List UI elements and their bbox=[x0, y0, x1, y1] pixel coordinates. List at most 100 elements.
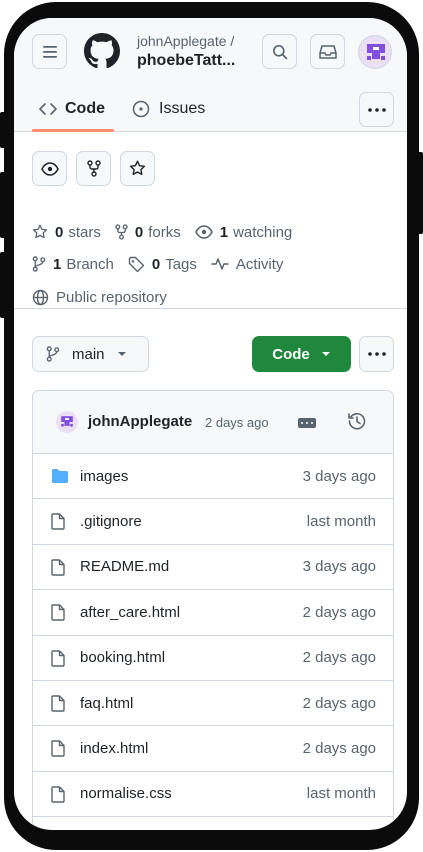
stats-row-1: 0 stars 0 forks 1 watching bbox=[32, 221, 306, 243]
triangle-down-icon bbox=[321, 352, 330, 356]
activity-stat[interactable]: Activity bbox=[211, 256, 283, 273]
tab-issues-label: Issues bbox=[159, 100, 206, 117]
file-updated: 3 days ago bbox=[302, 558, 376, 576]
inbox-button[interactable] bbox=[310, 34, 345, 69]
file-name[interactable]: booking.html bbox=[80, 649, 165, 666]
table-row[interactable]: index.html 2 days ago bbox=[33, 726, 393, 772]
repo-tab-bar: Code Issues bbox=[14, 90, 407, 132]
forks-stat[interactable]: 0 forks bbox=[115, 224, 181, 241]
visibility-label: Public repository bbox=[56, 288, 167, 306]
stats-row-3: Public repository bbox=[32, 286, 181, 308]
fork-icon bbox=[115, 224, 128, 240]
more-actions-button[interactable] bbox=[359, 336, 394, 372]
branch-count: 1 bbox=[53, 255, 62, 273]
tag-icon bbox=[128, 256, 145, 272]
repo-owner[interactable]: johnApplegate / bbox=[137, 33, 234, 49]
avatar[interactable] bbox=[358, 35, 392, 69]
commit-author[interactable]: johnApplegate bbox=[88, 413, 192, 430]
mute-switch bbox=[0, 112, 6, 148]
inbox-icon bbox=[318, 44, 337, 59]
commit-time: 2 days ago bbox=[205, 415, 269, 430]
file-updated: 2 days ago bbox=[302, 740, 376, 758]
file-list: johnApplegate 2 days ago images 3 days a… bbox=[32, 390, 394, 830]
file-icon bbox=[51, 740, 65, 758]
table-row[interactable]: images 3 days ago bbox=[33, 454, 393, 500]
file-rows: images 3 days ago .gitignore last month … bbox=[33, 454, 393, 830]
eye-icon bbox=[194, 225, 213, 239]
volume-up-button bbox=[0, 172, 6, 238]
star-button[interactable] bbox=[120, 151, 155, 186]
history-icon[interactable] bbox=[347, 411, 367, 431]
file-icon bbox=[51, 513, 65, 531]
file-updated: 2 days ago bbox=[302, 603, 376, 621]
star-icon bbox=[129, 160, 146, 176]
table-row[interactable]: after_care.html 2 days ago bbox=[33, 590, 393, 636]
triangle-down-icon bbox=[117, 352, 126, 356]
stars-label: stars bbox=[68, 223, 101, 241]
tab-code[interactable]: Code bbox=[39, 96, 105, 122]
github-logo-icon[interactable] bbox=[84, 33, 120, 69]
git-branch-icon bbox=[46, 346, 60, 362]
fork-icon bbox=[86, 160, 101, 177]
watching-count: 1 bbox=[219, 223, 229, 241]
star-icon bbox=[32, 224, 48, 239]
file-name[interactable]: normalise.css bbox=[80, 785, 172, 802]
code-icon bbox=[39, 103, 57, 115]
branch-selector[interactable]: main bbox=[32, 336, 149, 372]
file-updated: last month bbox=[306, 513, 376, 531]
tab-issues[interactable]: Issues bbox=[132, 96, 205, 122]
watching-stat[interactable]: 1 watching bbox=[194, 223, 292, 241]
forks-count: 0 bbox=[134, 223, 144, 241]
file-name[interactable]: .gitignore bbox=[80, 513, 142, 530]
tab-code-label: Code bbox=[65, 100, 105, 117]
phone-screen: johnApplegate / phoebeTatt... Code Issue… bbox=[14, 18, 407, 830]
stars-count: 0 bbox=[55, 223, 64, 241]
branch-stat[interactable]: 1 Branch bbox=[32, 256, 114, 273]
file-updated: 3 days ago bbox=[302, 467, 376, 485]
search-button[interactable] bbox=[262, 34, 297, 69]
table-row[interactable]: README.md 3 days ago bbox=[33, 545, 393, 591]
file-name[interactable]: index.html bbox=[80, 740, 148, 757]
kebab-horizontal-icon bbox=[367, 107, 386, 112]
menu-icon bbox=[42, 45, 57, 58]
tags-label: Tags bbox=[165, 255, 197, 273]
file-icon bbox=[51, 559, 65, 576]
code-dropdown-button[interactable]: Code bbox=[252, 336, 351, 372]
table-row[interactable]: booking.html 2 days ago bbox=[33, 636, 393, 681]
file-updated: 2 days ago bbox=[302, 694, 376, 712]
code-button-label: Code bbox=[272, 345, 310, 363]
visibility-stat: Public repository bbox=[32, 289, 167, 306]
more-tabs-button[interactable] bbox=[359, 92, 394, 127]
file-icon bbox=[51, 604, 65, 621]
file-name[interactable]: README.md bbox=[80, 558, 169, 575]
eye-icon bbox=[40, 161, 59, 176]
menu-button[interactable] bbox=[32, 34, 67, 69]
watch-button[interactable] bbox=[32, 151, 67, 186]
identicon-icon bbox=[367, 44, 385, 60]
commit-message-toggle[interactable] bbox=[298, 418, 316, 428]
file-name[interactable]: after_care.html bbox=[80, 604, 180, 621]
power-button bbox=[417, 152, 423, 234]
tags-count: 0 bbox=[151, 255, 161, 273]
table-row[interactable]: .gitignore last month bbox=[33, 499, 393, 545]
issue-icon bbox=[132, 100, 150, 118]
table-row[interactable]: normalise.css last month bbox=[33, 772, 393, 818]
repo-name[interactable]: phoebeTatt... bbox=[137, 52, 235, 70]
git-branch-icon bbox=[32, 256, 46, 272]
latest-commit-bar: johnApplegate 2 days ago bbox=[33, 391, 393, 454]
forks-label: forks bbox=[148, 223, 181, 241]
file-icon bbox=[51, 786, 65, 803]
file-name[interactable]: faq.html bbox=[80, 695, 133, 712]
file-updated: 2 days ago bbox=[302, 649, 376, 667]
tags-stat[interactable]: 0 Tags bbox=[128, 256, 197, 273]
stars-stat[interactable]: 0 stars bbox=[32, 224, 101, 241]
commit-author-avatar[interactable] bbox=[56, 411, 78, 433]
file-icon bbox=[51, 695, 65, 712]
globe-icon bbox=[32, 289, 49, 305]
table-row[interactable]: faq.html 2 days ago bbox=[33, 681, 393, 727]
file-name[interactable]: images bbox=[80, 468, 128, 485]
kebab-horizontal-icon bbox=[367, 352, 386, 356]
folder-icon bbox=[52, 469, 68, 483]
table-row-partial[interactable] bbox=[33, 817, 393, 830]
fork-button[interactable] bbox=[76, 151, 111, 186]
